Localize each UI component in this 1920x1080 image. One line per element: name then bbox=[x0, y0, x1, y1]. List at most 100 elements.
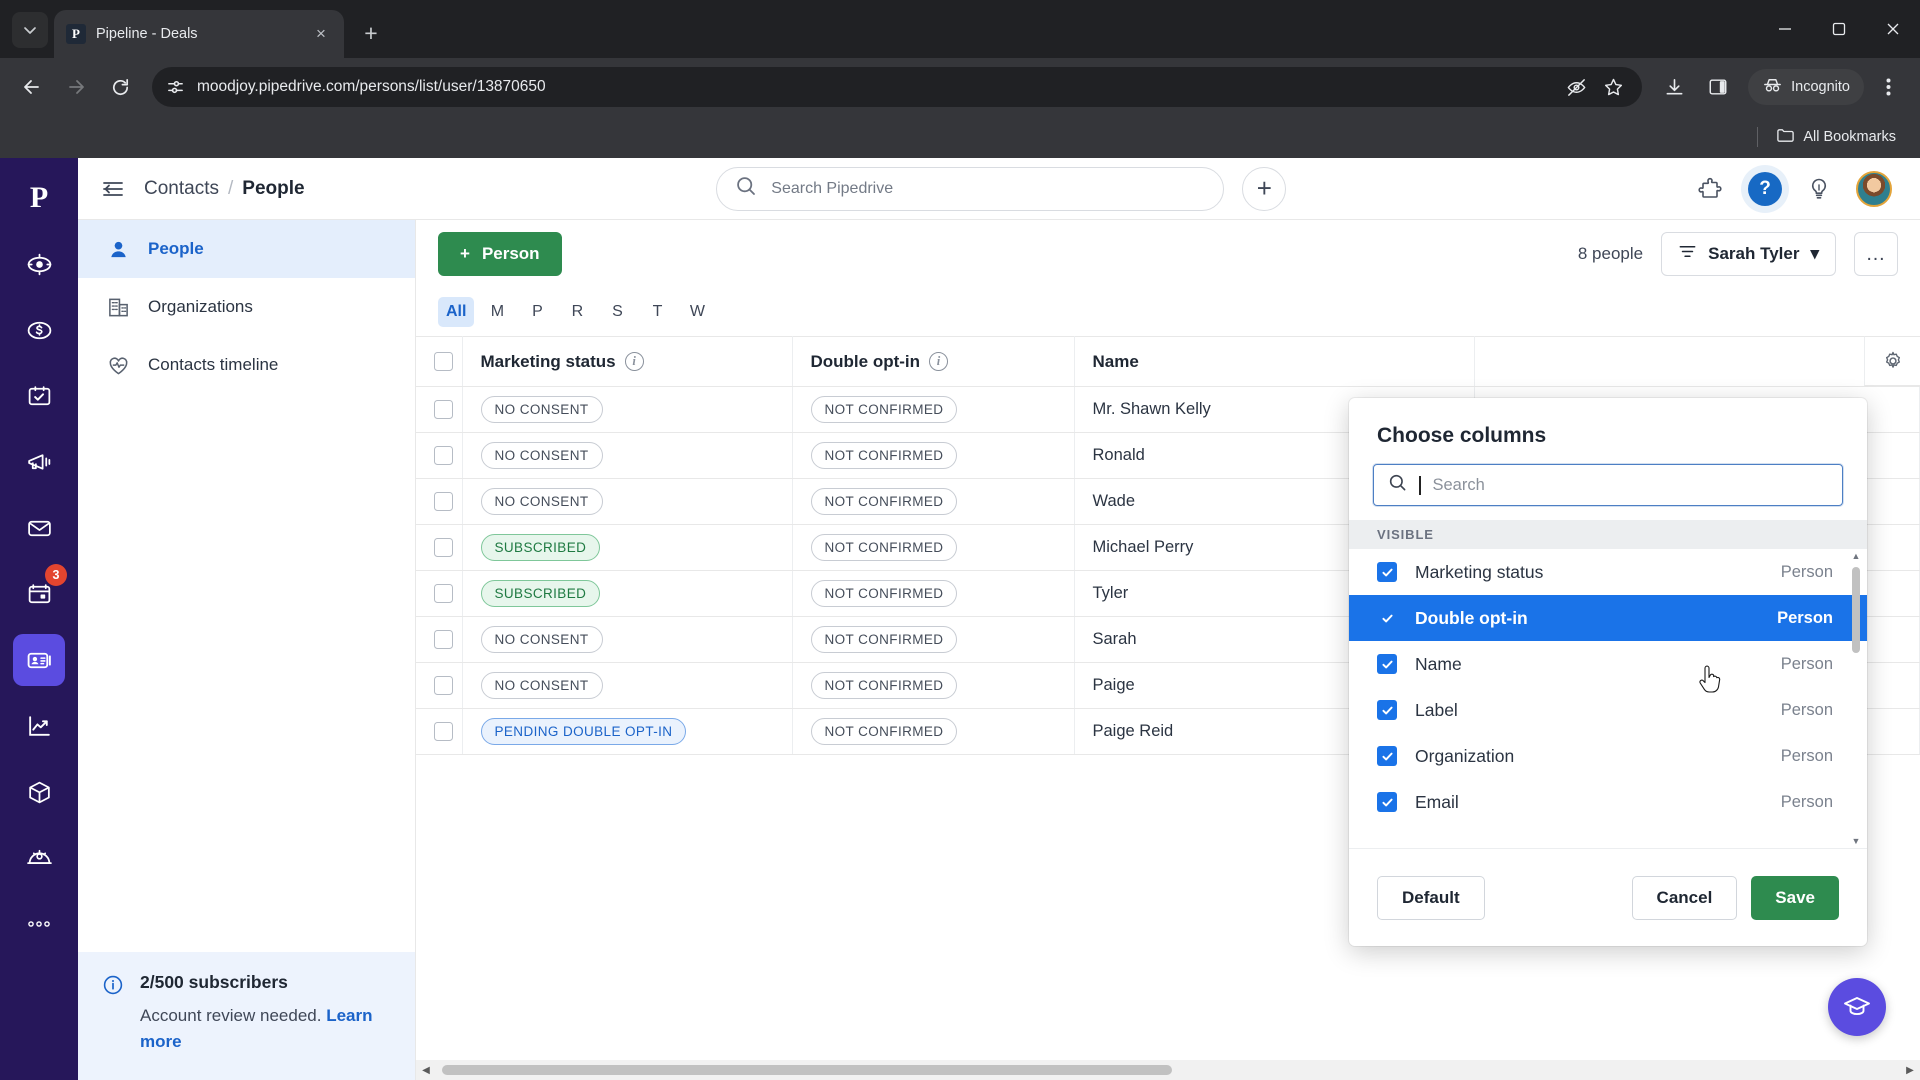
dialog-scrollbar[interactable]: ▲ ▼ bbox=[1851, 549, 1861, 848]
column-header-double-opt-in[interactable]: Double opt-in i bbox=[792, 336, 1075, 387]
global-search-input[interactable]: Search Pipedrive bbox=[716, 166, 1225, 211]
side-panel-icon[interactable] bbox=[1698, 67, 1738, 107]
scroll-down-icon[interactable]: ▼ bbox=[1851, 834, 1861, 848]
rail-item-deals[interactable] bbox=[13, 304, 65, 356]
scrollbar-track[interactable] bbox=[436, 1060, 1900, 1080]
window-close-icon[interactable] bbox=[1866, 3, 1920, 55]
rail-item-contacts[interactable] bbox=[13, 634, 65, 686]
bookmarks-bar: All Bookmarks bbox=[0, 116, 1920, 158]
collapse-menu-icon[interactable] bbox=[100, 179, 126, 199]
rail-item-products[interactable] bbox=[13, 766, 65, 818]
column-header-name[interactable]: Name bbox=[1074, 336, 1475, 387]
minimize-icon[interactable] bbox=[1758, 3, 1812, 55]
academy-fab-button[interactable] bbox=[1828, 978, 1886, 1036]
site-settings-icon[interactable] bbox=[166, 78, 185, 97]
column-option-entity: Person bbox=[1780, 700, 1833, 719]
columns-search-input[interactable]: Search bbox=[1373, 464, 1843, 506]
cancel-button[interactable]: Cancel bbox=[1631, 875, 1738, 920]
alpha-filter-m[interactable]: M bbox=[480, 297, 514, 327]
cell-marketing-status: SUBSCRIBED bbox=[462, 524, 793, 571]
column-option-marketing-status[interactable]: Marketing status Person bbox=[1349, 549, 1867, 595]
column-checkbox[interactable] bbox=[1377, 654, 1397, 674]
rail-item-activities[interactable] bbox=[13, 370, 65, 422]
filter-button[interactable]: Sarah Tyler ▾ bbox=[1661, 232, 1836, 276]
column-checkbox[interactable] bbox=[1377, 700, 1397, 720]
mouse-cursor bbox=[1697, 665, 1723, 702]
alpha-filter-p[interactable]: P bbox=[520, 297, 554, 327]
column-option-name[interactable]: Name Person bbox=[1349, 641, 1867, 687]
sidebar-item-organizations[interactable]: Organizations bbox=[78, 278, 415, 336]
tab-search-icon[interactable] bbox=[12, 12, 48, 48]
back-arrow-icon[interactable] bbox=[12, 67, 52, 107]
column-header-marketing-status[interactable]: Marketing status i bbox=[462, 336, 793, 387]
close-icon[interactable]: × bbox=[310, 23, 332, 45]
row-checkbox[interactable] bbox=[434, 584, 453, 603]
star-icon[interactable] bbox=[1603, 77, 1624, 98]
forward-arrow-icon[interactable] bbox=[56, 67, 96, 107]
pipedrive-logo-icon[interactable]: P bbox=[15, 174, 63, 222]
rail-item-mail[interactable] bbox=[13, 502, 65, 554]
all-bookmarks-button[interactable]: All Bookmarks bbox=[1768, 122, 1904, 153]
row-checkbox[interactable] bbox=[434, 630, 453, 649]
select-all-checkbox[interactable] bbox=[434, 352, 453, 371]
avatar[interactable] bbox=[1856, 170, 1892, 207]
save-button[interactable]: Save bbox=[1751, 875, 1839, 920]
info-icon[interactable]: i bbox=[929, 352, 949, 371]
sidebar-item-contacts-timeline[interactable]: Contacts timeline bbox=[78, 336, 415, 394]
breadcrumb-contacts[interactable]: Contacts bbox=[144, 178, 219, 200]
browser-window: P Pipeline - Deals × + moodjoy.pipedrive… bbox=[0, 0, 1920, 1080]
new-tab-button[interactable]: + bbox=[354, 16, 388, 50]
column-checkbox[interactable] bbox=[1377, 562, 1397, 582]
puzzle-icon[interactable] bbox=[1698, 176, 1724, 202]
alpha-filter-all[interactable]: All bbox=[438, 297, 475, 327]
rail-item-marketplace[interactable] bbox=[13, 832, 65, 884]
reload-icon[interactable] bbox=[100, 67, 140, 107]
rail-item-insights[interactable] bbox=[13, 700, 65, 752]
column-option-email[interactable]: Email Person bbox=[1349, 779, 1867, 825]
column-checkbox[interactable] bbox=[1377, 608, 1397, 628]
alpha-filter-r[interactable]: R bbox=[560, 297, 594, 327]
default-button[interactable]: Default bbox=[1377, 875, 1485, 920]
row-checkbox[interactable] bbox=[434, 676, 453, 695]
row-checkbox[interactable] bbox=[434, 538, 453, 557]
help-icon[interactable]: ? bbox=[1748, 171, 1782, 206]
row-checkbox[interactable] bbox=[434, 446, 453, 465]
add-person-label: Person bbox=[481, 244, 540, 263]
scrollbar-thumb[interactable] bbox=[442, 1065, 1172, 1075]
incognito-indicator[interactable]: Incognito bbox=[1748, 69, 1864, 105]
rail-item-calendar[interactable]: 3 bbox=[13, 564, 67, 620]
sidebar-item-people[interactable]: People bbox=[78, 220, 415, 278]
add-person-button[interactable]: + Person bbox=[438, 232, 562, 276]
column-checkbox[interactable] bbox=[1377, 746, 1397, 766]
row-checkbox[interactable] bbox=[434, 400, 453, 419]
scroll-left-icon[interactable]: ◀ bbox=[416, 1060, 436, 1080]
alpha-filter-s[interactable]: S bbox=[600, 297, 634, 327]
dialog-scrollbar-thumb[interactable] bbox=[1852, 567, 1860, 653]
quick-add-button[interactable]: + bbox=[1242, 166, 1287, 211]
address-bar[interactable]: moodjoy.pipedrive.com/persons/list/user/… bbox=[152, 67, 1643, 107]
alpha-filter-w[interactable]: W bbox=[680, 297, 714, 327]
rail-item-campaigns[interactable] bbox=[13, 436, 65, 488]
maximize-icon[interactable] bbox=[1812, 3, 1866, 55]
rail-item-leads[interactable] bbox=[13, 238, 65, 290]
choose-columns-gear-button[interactable] bbox=[1864, 336, 1920, 386]
column-option-label[interactable]: Label Person bbox=[1349, 687, 1867, 733]
download-icon[interactable] bbox=[1654, 67, 1694, 107]
row-checkbox[interactable] bbox=[434, 492, 453, 511]
window-controls bbox=[1758, 0, 1920, 58]
horizontal-scrollbar[interactable]: ◀ ▶ bbox=[416, 1060, 1920, 1080]
browser-tab[interactable]: P Pipeline - Deals × bbox=[54, 10, 344, 58]
list-more-button[interactable]: … bbox=[1854, 232, 1898, 276]
row-checkbox[interactable] bbox=[434, 722, 453, 741]
three-dot-menu-icon[interactable] bbox=[1868, 67, 1908, 107]
column-option-double-opt-in[interactable]: Double opt-in Person bbox=[1349, 595, 1867, 641]
eye-off-icon[interactable] bbox=[1566, 77, 1587, 98]
column-option-organization[interactable]: Organization Person bbox=[1349, 733, 1867, 779]
alpha-filter-t[interactable]: T bbox=[640, 297, 674, 327]
column-checkbox[interactable] bbox=[1377, 792, 1397, 812]
info-icon[interactable]: i bbox=[624, 352, 644, 371]
scroll-right-icon[interactable]: ▶ bbox=[1900, 1060, 1920, 1080]
rail-item-more[interactable] bbox=[13, 898, 65, 950]
scroll-up-icon[interactable]: ▲ bbox=[1851, 549, 1861, 563]
lightbulb-icon[interactable] bbox=[1806, 176, 1832, 202]
